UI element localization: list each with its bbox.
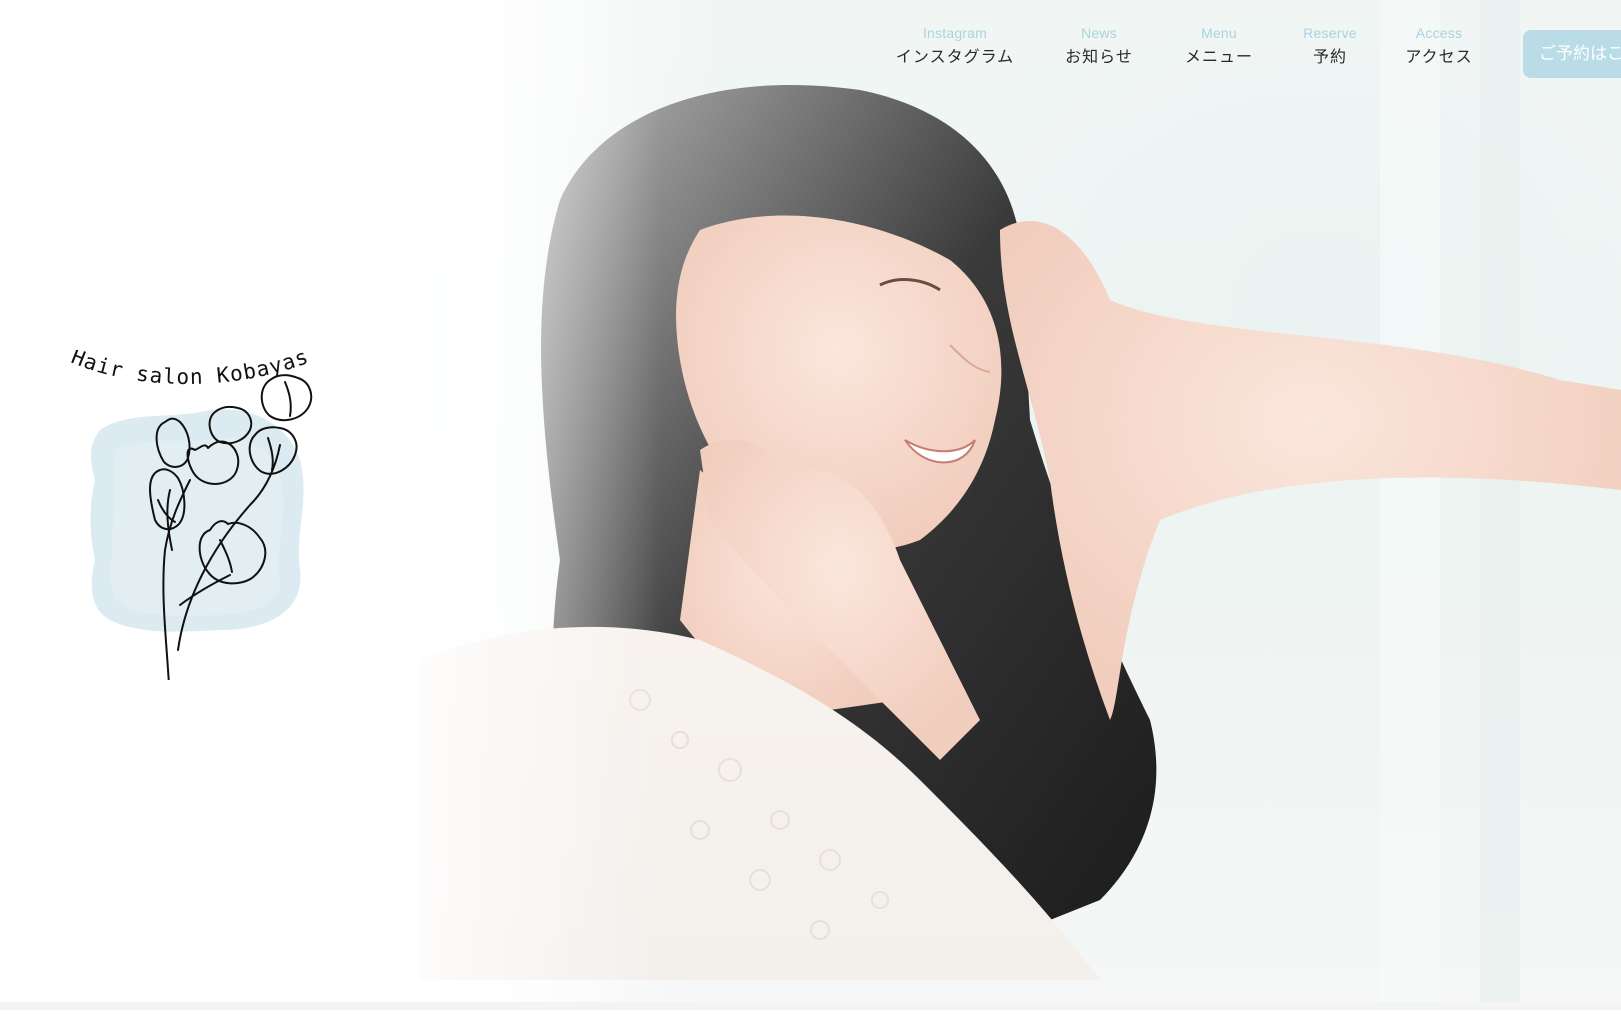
logo-text: Hair salon Kobayas: [68, 350, 311, 389]
nav-item-en-label: Menu: [1201, 25, 1237, 41]
nav-item-access[interactable]: Access アクセス: [1384, 24, 1494, 68]
nav-item-ja-label: インスタグラム: [895, 47, 1015, 66]
nav-item-ja-label: メニュー: [1184, 47, 1253, 66]
nav-item-en-label: Instagram: [922, 25, 988, 41]
reserve-cta-button[interactable]: ご予約はこちら: [1523, 30, 1621, 78]
nav-item-instagram[interactable]: Instagram インスタグラム: [890, 24, 1020, 68]
nav-item-en-label: Reserve: [1303, 25, 1357, 41]
nav-item-reserve[interactable]: Reserve 予約: [1284, 24, 1376, 68]
nav-item-menu[interactable]: Menu メニュー: [1160, 24, 1278, 68]
nav-item-news[interactable]: News お知らせ: [1040, 24, 1158, 68]
nav-item-en-label: Access: [1415, 25, 1463, 41]
nav-item-ja-label: 予約: [1312, 47, 1347, 66]
page: Instagram インスタグラム News お知らせ Menu メニュー Re…: [0, 0, 1621, 1014]
hero-bottom-edge: [0, 1002, 1621, 1010]
nav-item-en-label: News: [1081, 25, 1117, 41]
main-nav: Instagram インスタグラム News お知らせ Menu メニュー Re…: [890, 24, 1494, 74]
logo-text-curve: Hair salon Kobayas: [68, 350, 312, 389]
nav-item-ja-label: お知らせ: [1065, 47, 1133, 66]
svg-text:Hair salon Kobayas: Hair salon Kobayas: [68, 350, 312, 389]
salon-logo[interactable]: Hair salon Kobayas: [60, 350, 340, 750]
nav-item-ja-label: アクセス: [1405, 47, 1473, 66]
